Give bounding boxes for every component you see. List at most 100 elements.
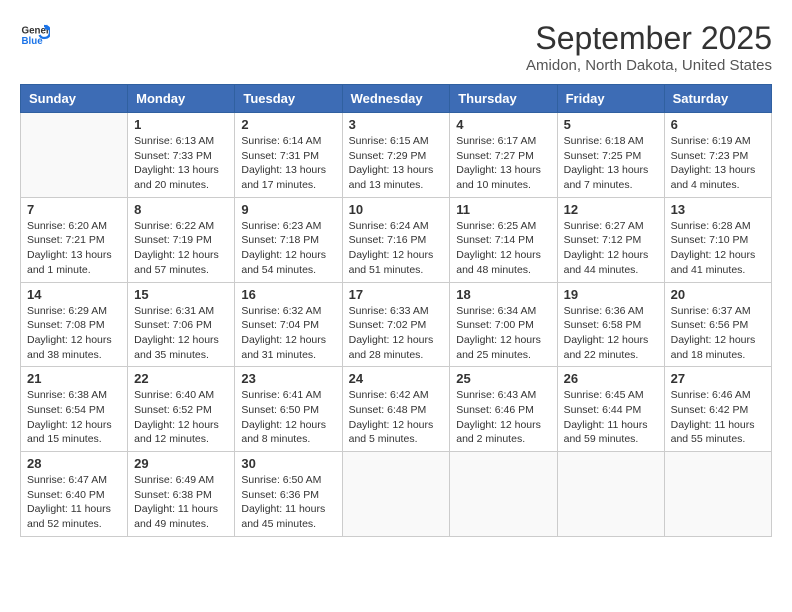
day-number: 1 — [134, 117, 228, 132]
calendar-cell: 19Sunrise: 6:36 AM Sunset: 6:58 PM Dayli… — [557, 282, 664, 367]
day-info: Sunrise: 6:33 AM Sunset: 7:02 PM Dayligh… — [349, 304, 444, 363]
calendar-cell: 26 Sunrise: 6:45 AM Sunset: 6:44 PM Dayli… — [557, 367, 664, 452]
calendar-cell: 1 Sunrise: 6:13 AM Sunset: 7:33 PM Daylig… — [128, 113, 235, 198]
calendar-cell: 21 Sunrise: 6:38 AM Sunset: 6:54 PM Dayli… — [21, 367, 128, 452]
calendar-cell: 6 Sunrise: 6:19 AM Sunset: 7:23 PM Daylig… — [664, 113, 771, 198]
day-info: Sunrise: 6:42 AM Sunset: 6:48 PM Dayligh… — [349, 388, 444, 447]
day-number: 30 — [241, 456, 335, 471]
day-info: Sunrise: 6:28 AM Sunset: 7:10 PM Dayligh… — [671, 219, 765, 278]
day-number: 13 — [671, 202, 765, 217]
day-number: 19 — [564, 287, 658, 302]
calendar-cell — [342, 452, 450, 537]
calendar-week-row: 21 Sunrise: 6:38 AM Sunset: 6:54 PM Dayli… — [21, 367, 772, 452]
day-number: 6 — [671, 117, 765, 132]
calendar-cell: 15Sunrise: 6:31 AM Sunset: 7:06 PM Dayli… — [128, 282, 235, 367]
day-number: 2 — [241, 117, 335, 132]
day-number: 7 — [27, 202, 121, 217]
day-number: 12 — [564, 202, 658, 217]
calendar-cell: 10 Sunrise: 6:24 AM Sunset: 7:16 PM Dayli… — [342, 197, 450, 282]
calendar-cell: 4 Sunrise: 6:17 AM Sunset: 7:27 PM Daylig… — [450, 113, 557, 198]
day-number: 10 — [349, 202, 444, 217]
day-number: 9 — [241, 202, 335, 217]
day-number: 20 — [671, 287, 765, 302]
calendar-cell: 8 Sunrise: 6:22 AM Sunset: 7:19 PM Daylig… — [128, 197, 235, 282]
day-number: 27 — [671, 371, 765, 386]
day-info: Sunrise: 6:49 AM Sunset: 6:38 PM Dayligh… — [134, 473, 228, 532]
day-number: 8 — [134, 202, 228, 217]
day-number: 25 — [456, 371, 550, 386]
day-number: 23 — [241, 371, 335, 386]
calendar-cell: 11 Sunrise: 6:25 AM Sunset: 7:14 PM Dayli… — [450, 197, 557, 282]
calendar-header-row: SundayMondayTuesdayWednesdayThursdayFrid… — [21, 85, 772, 113]
day-number: 21 — [27, 371, 121, 386]
calendar-cell: 22 Sunrise: 6:40 AM Sunset: 6:52 PM Dayli… — [128, 367, 235, 452]
day-number: 11 — [456, 202, 550, 217]
day-number: 17 — [349, 287, 444, 302]
calendar-cell: 16 Sunrise: 6:32 AM Sunset: 7:04 PM Dayli… — [235, 282, 342, 367]
day-info: Sunrise: 6:41 AM Sunset: 6:50 PM Dayligh… — [241, 388, 335, 447]
day-number: 18 — [456, 287, 550, 302]
day-info: Sunrise: 6:34 AM Sunset: 7:00 PM Dayligh… — [456, 304, 550, 363]
day-info: Sunrise: 6:19 AM Sunset: 7:23 PM Dayligh… — [671, 134, 765, 193]
calendar-cell: 23 Sunrise: 6:41 AM Sunset: 6:50 PM Dayli… — [235, 367, 342, 452]
svg-text:Blue: Blue — [22, 36, 44, 47]
calendar-cell — [450, 452, 557, 537]
logo: General Blue — [20, 20, 50, 50]
day-number: 22 — [134, 371, 228, 386]
calendar-cell: 27 Sunrise: 6:46 AM Sunset: 6:42 PM Dayli… — [664, 367, 771, 452]
calendar-cell: 20 Sunrise: 6:37 AM Sunset: 6:56 PM Dayli… — [664, 282, 771, 367]
day-info: Sunrise: 6:24 AM Sunset: 7:16 PM Dayligh… — [349, 219, 444, 278]
day-info: Sunrise: 6:40 AM Sunset: 6:52 PM Dayligh… — [134, 388, 228, 447]
calendar-cell: 5 Sunrise: 6:18 AM Sunset: 7:25 PM Daylig… — [557, 113, 664, 198]
day-number: 14 — [27, 287, 121, 302]
weekday-header-thursday: Thursday — [450, 85, 557, 113]
calendar-week-row: 14 Sunrise: 6:29 AM Sunset: 7:08 PM Dayli… — [21, 282, 772, 367]
logo-icon: General Blue — [20, 20, 50, 50]
calendar-cell: 9 Sunrise: 6:23 AM Sunset: 7:18 PM Daylig… — [235, 197, 342, 282]
month-title: September 2025 — [526, 20, 772, 57]
calendar-table: SundayMondayTuesdayWednesdayThursdayFrid… — [20, 84, 772, 537]
day-info: Sunrise: 6:37 AM Sunset: 6:56 PM Dayligh… — [671, 304, 765, 363]
day-info: Sunrise: 6:25 AM Sunset: 7:14 PM Dayligh… — [456, 219, 550, 278]
calendar-cell: 18 Sunrise: 6:34 AM Sunset: 7:00 PM Dayli… — [450, 282, 557, 367]
calendar-cell: 2 Sunrise: 6:14 AM Sunset: 7:31 PM Daylig… — [235, 113, 342, 198]
day-info: Sunrise: 6:17 AM Sunset: 7:27 PM Dayligh… — [456, 134, 550, 193]
day-number: 5 — [564, 117, 658, 132]
day-info: Sunrise: 6:18 AM Sunset: 7:25 PM Dayligh… — [564, 134, 658, 193]
day-info: Sunrise: 6:15 AM Sunset: 7:29 PM Dayligh… — [349, 134, 444, 193]
weekday-header-monday: Monday — [128, 85, 235, 113]
calendar-cell — [21, 113, 128, 198]
calendar-cell: 14 Sunrise: 6:29 AM Sunset: 7:08 PM Dayli… — [21, 282, 128, 367]
day-info: Sunrise: 6:22 AM Sunset: 7:19 PM Dayligh… — [134, 219, 228, 278]
calendar-cell: 29 Sunrise: 6:49 AM Sunset: 6:38 PM Dayli… — [128, 452, 235, 537]
day-info: Sunrise: 6:14 AM Sunset: 7:31 PM Dayligh… — [241, 134, 335, 193]
day-number: 29 — [134, 456, 228, 471]
day-info: Sunrise: 6:13 AM Sunset: 7:33 PM Dayligh… — [134, 134, 228, 193]
calendar-cell: 13 Sunrise: 6:28 AM Sunset: 7:10 PM Dayli… — [664, 197, 771, 282]
day-number: 15 — [134, 287, 228, 302]
calendar-cell: 7 Sunrise: 6:20 AM Sunset: 7:21 PM Daylig… — [21, 197, 128, 282]
weekday-header-wednesday: Wednesday — [342, 85, 450, 113]
day-number: 28 — [27, 456, 121, 471]
weekday-header-saturday: Saturday — [664, 85, 771, 113]
calendar-week-row: 7 Sunrise: 6:20 AM Sunset: 7:21 PM Daylig… — [21, 197, 772, 282]
day-info: Sunrise: 6:32 AM Sunset: 7:04 PM Dayligh… — [241, 304, 335, 363]
day-info: Sunrise: 6:23 AM Sunset: 7:18 PM Dayligh… — [241, 219, 335, 278]
calendar-cell: 28Sunrise: 6:47 AM Sunset: 6:40 PM Dayli… — [21, 452, 128, 537]
calendar-week-row: 1 Sunrise: 6:13 AM Sunset: 7:33 PM Daylig… — [21, 113, 772, 198]
location-title: Amidon, North Dakota, United States — [526, 57, 772, 74]
day-info: Sunrise: 6:20 AM Sunset: 7:21 PM Dayligh… — [27, 219, 121, 278]
day-info: Sunrise: 6:29 AM Sunset: 7:08 PM Dayligh… — [27, 304, 121, 363]
calendar-cell — [557, 452, 664, 537]
day-number: 16 — [241, 287, 335, 302]
calendar-cell: 24Sunrise: 6:42 AM Sunset: 6:48 PM Dayli… — [342, 367, 450, 452]
day-info: Sunrise: 6:46 AM Sunset: 6:42 PM Dayligh… — [671, 388, 765, 447]
calendar-week-row: 28Sunrise: 6:47 AM Sunset: 6:40 PM Dayli… — [21, 452, 772, 537]
day-number: 4 — [456, 117, 550, 132]
day-info: Sunrise: 6:38 AM Sunset: 6:54 PM Dayligh… — [27, 388, 121, 447]
calendar-cell: 17 Sunrise: 6:33 AM Sunset: 7:02 PM Dayli… — [342, 282, 450, 367]
day-number: 26 — [564, 371, 658, 386]
day-info: Sunrise: 6:27 AM Sunset: 7:12 PM Dayligh… — [564, 219, 658, 278]
day-info: Sunrise: 6:45 AM Sunset: 6:44 PM Dayligh… — [564, 388, 658, 447]
weekday-header-tuesday: Tuesday — [235, 85, 342, 113]
